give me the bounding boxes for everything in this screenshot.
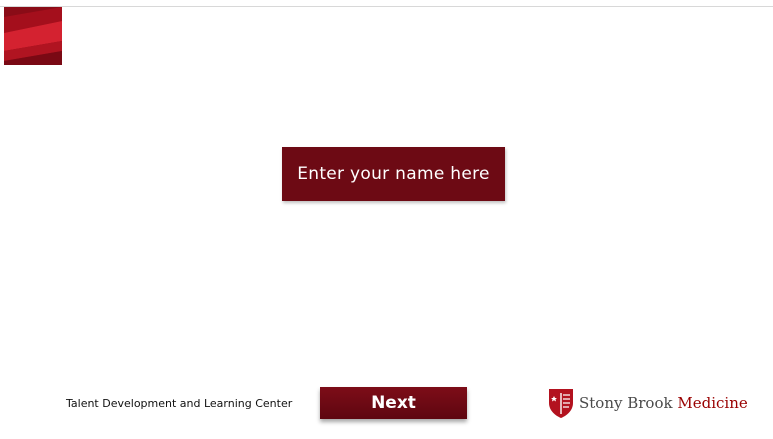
stony-brook-medicine-logo: Stony Brook Medicine bbox=[548, 386, 748, 420]
brand-primary: Stony Brook bbox=[579, 394, 673, 412]
next-button-label: Next bbox=[371, 393, 416, 413]
org-name: Talent Development and Learning Center bbox=[66, 397, 293, 410]
top-divider bbox=[0, 6, 773, 7]
corner-stripes-graphic bbox=[4, 7, 62, 65]
next-button[interactable]: Next bbox=[320, 387, 467, 419]
name-entry-label: Enter your name here bbox=[297, 164, 490, 184]
name-entry-button[interactable]: Enter your name here bbox=[282, 147, 505, 201]
brand-secondary: Medicine bbox=[677, 394, 748, 412]
brand-wordmark: Stony Brook Medicine bbox=[579, 394, 748, 412]
stony-brook-shield-icon bbox=[549, 389, 573, 418]
